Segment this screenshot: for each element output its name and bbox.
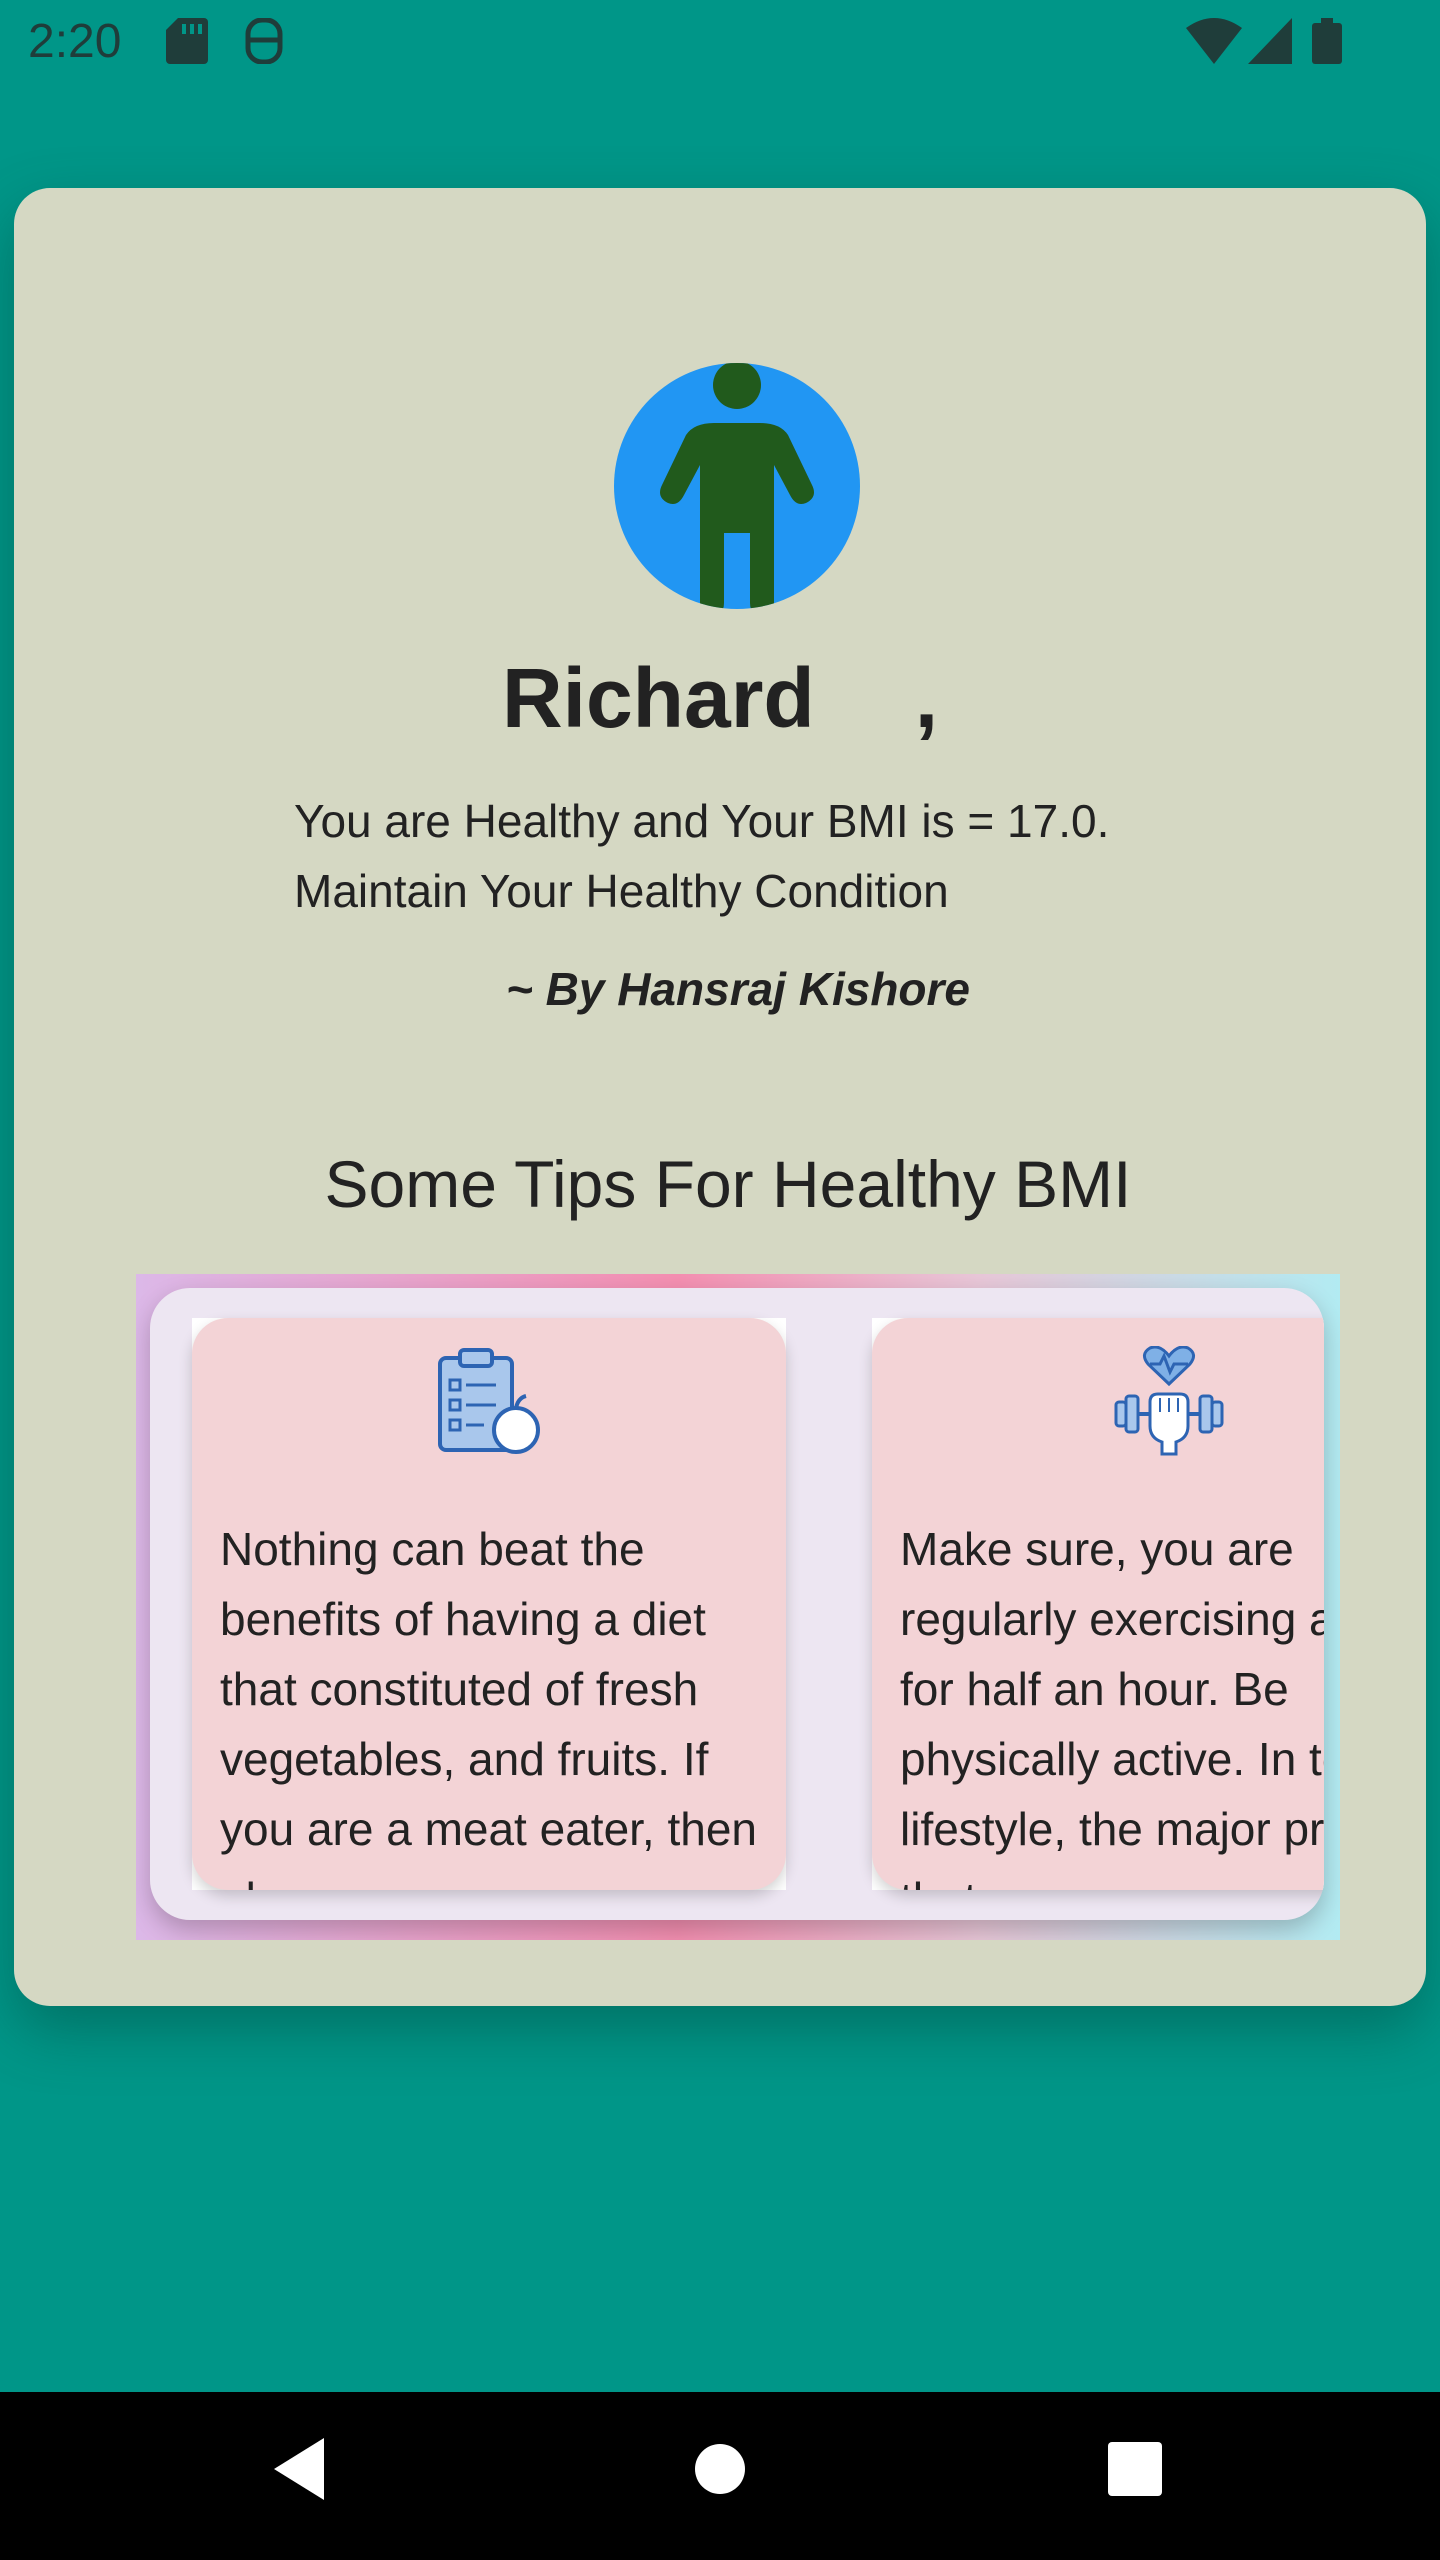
accessibility-icon — [245, 18, 283, 64]
signal-icon — [1248, 18, 1292, 64]
wifi-icon — [1186, 18, 1242, 64]
sd-card-icon — [166, 18, 208, 64]
person-icon — [660, 363, 814, 609]
tips-carousel-frame: Nothing can beat the benefits of having … — [136, 1274, 1340, 1940]
status-time: 2:20 — [28, 15, 122, 68]
user-name: Richard — [501, 651, 815, 745]
tip-text: Nothing can beat the benefits of having … — [220, 1523, 758, 1890]
navigation-bar — [0, 2392, 1440, 2560]
user-name-row: Richard, — [0, 650, 1440, 747]
diet-clipboard-apple-icon — [438, 1348, 540, 1454]
status-bar: 2:20 — [0, 0, 1440, 84]
tips-carousel[interactable]: Nothing can beat the benefits of having … — [150, 1288, 1324, 1920]
name-separator: , — [914, 651, 939, 745]
tips-heading: Some Tips For Healthy BMI — [324, 1147, 1132, 1221]
battery-icon — [1312, 18, 1342, 64]
avatar — [614, 363, 860, 609]
fitness-dumbbell-heart-icon — [1114, 1346, 1224, 1456]
recents-icon[interactable] — [1108, 2434, 1162, 2504]
home-icon[interactable] — [694, 2434, 746, 2504]
author-credit: ~ By Hansraj Kishore — [505, 963, 971, 1015]
tip-card[interactable]: Make sure, you are regularly exercising … — [872, 1318, 1324, 1890]
back-icon[interactable] — [270, 2434, 330, 2504]
tip-text: Make sure, you are regularly exercising … — [900, 1523, 1324, 1890]
tip-card[interactable]: Nothing can beat the benefits of having … — [192, 1318, 786, 1890]
bmi-message: You are Healthy and Your BMI is = 17.0. … — [294, 795, 1110, 917]
